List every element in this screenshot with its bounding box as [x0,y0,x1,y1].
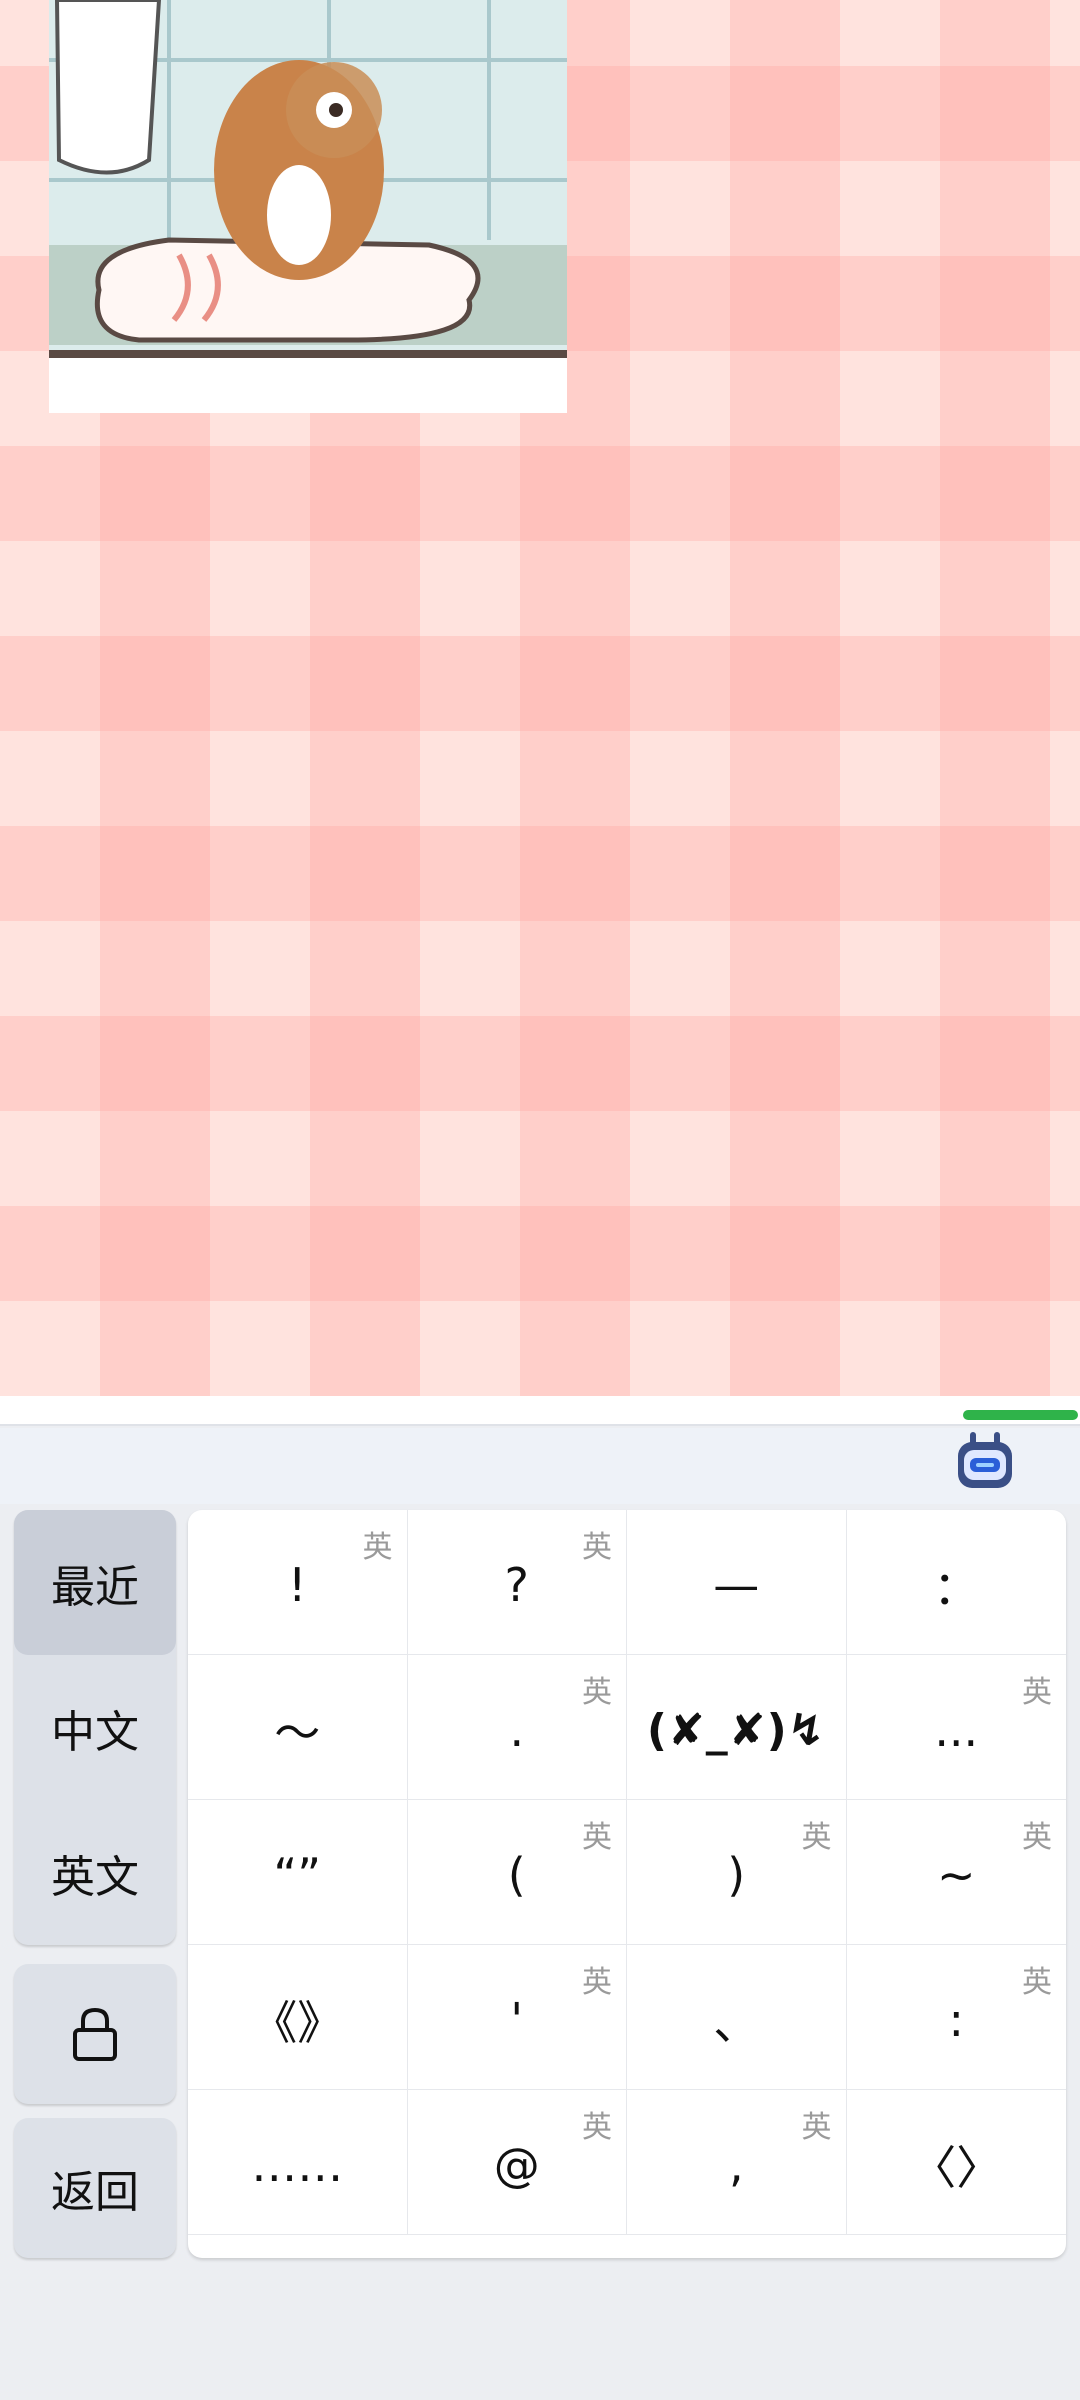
symbol-key-label: ' [510,1993,524,2047]
symbol-key[interactable]: ～ [188,1655,408,1800]
symbol-key[interactable]: .英 [407,1655,627,1800]
symbol-key[interactable]: ： [846,1510,1066,1655]
symbol-key[interactable]: 、 [627,1945,847,2090]
back-button[interactable]: 返回 [14,2118,176,2258]
symbol-key-label: …… [251,2138,344,2192]
lock-icon [73,2007,117,2061]
symbol-key-label: ! [288,1558,307,1612]
english-tag-badge: 英 [801,2110,832,2145]
symbol-grid: ! 英? 英 —：～. 英 (✘_✘)↯... 英 “”(英) 英 ~ 英《》 ' 英、: 英…… @ 英, 英… [188,1510,1066,2258]
symbol-key-label: . [509,1703,525,1757]
symbol-keyboard: 最近 中文 英文 返回 ! 英? 英 —：～. 英 (✘_✘)↯... 英 “”(英) 英 ~ 英《… [0,1396,1080,2400]
symbol-key-label: ～ [274,1706,321,1760]
category-tabs: 最近 中文 英文 [14,1510,176,1945]
symbol-key[interactable]: — [627,1510,847,1655]
tab-english[interactable]: 英文 [14,1800,176,1945]
symbol-key-label: ... [934,1703,979,1757]
english-tag-badge: 英 [801,1820,832,1855]
symbol-key-label: ~ [936,1848,976,1902]
english-tag-badge: 英 [1022,1675,1052,1710]
tab-recent[interactable]: 最近 [14,1510,176,1655]
lock-button[interactable] [14,1964,176,2104]
english-tag-badge: 英 [1022,1820,1052,1855]
symbol-key-label: ： [933,1561,980,1615]
english-tag-badge: 英 [582,1530,612,1565]
keyboard-top-divider [0,1396,1080,1426]
symbol-key[interactable]: “” [188,1800,408,1945]
symbol-key[interactable]: (✘_✘)↯ [627,1655,847,1800]
symbol-key[interactable]: :英 [846,1945,1066,2090]
symbol-key[interactable]: ! 英 [188,1510,408,1655]
symbol-key-label: , [728,2138,744,2192]
symbol-key[interactable]: ,英 [627,2090,847,2235]
english-tag-badge: 英 [582,1965,612,2000]
symbol-key[interactable]: ... 英 [846,1655,1066,1800]
symbol-key-label: ( [507,1848,526,1902]
symbol-key-label: — [713,1558,760,1612]
symbol-key[interactable]: 《》 [188,1945,408,2090]
symbol-key[interactable]: ' 英 [407,1945,627,2090]
symbol-key[interactable]: 〈〉 [846,2090,1066,2235]
english-tag-badge: 英 [582,1820,612,1855]
symbol-key[interactable]: (英 [407,1800,627,1945]
symbol-key-label: ) [727,1848,746,1902]
symbol-key-label: @ [493,2138,540,2192]
english-tag-badge: 英 [582,2110,612,2145]
symbol-key[interactable]: ~ 英 [846,1800,1066,1945]
symbol-key-label: 《》 [251,1996,344,2050]
tab-chinese[interactable]: 中文 [14,1655,176,1800]
symbol-key[interactable]: @ 英 [407,2090,627,2235]
accent-indicator-bar [963,1410,1078,1420]
english-tag-badge: 英 [1022,1965,1052,2000]
english-tag-badge: 英 [362,1530,393,1565]
robot-assistant-icon[interactable] [956,1432,1014,1490]
symbol-key[interactable]: ? 英 [407,1510,627,1655]
symbol-key[interactable]: …… [188,2090,408,2235]
symbol-key-label: “” [273,1848,322,1902]
symbol-key-label: 、 [713,1996,760,2050]
symbol-key-label: 〈〉 [910,2141,1003,2195]
symbol-key[interactable]: ) 英 [627,1800,847,1945]
symbol-key-label: ? [504,1558,529,1612]
symbol-key-label: (✘_✘)↯ [646,1704,826,1756]
sticker-image[interactable] [49,0,567,413]
symbol-key-label: : [948,1993,965,2047]
english-tag-badge: 英 [582,1675,612,1710]
keyboard-toolbar [0,1428,1080,1504]
cat-towel-sticker-icon [49,0,567,413]
